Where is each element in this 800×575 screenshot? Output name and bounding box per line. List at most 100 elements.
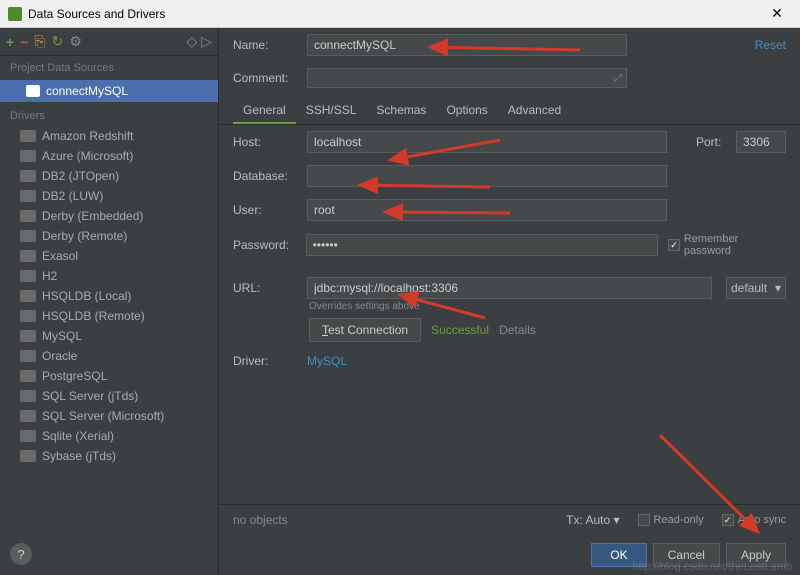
driver-icon xyxy=(20,290,36,302)
driver-icon xyxy=(20,170,36,182)
comment-input[interactable]: ⤢ xyxy=(307,68,627,88)
driver-icon xyxy=(20,350,36,362)
driver-item[interactable]: Exasol xyxy=(0,246,218,266)
content-panel: Name: Reset Comment: ⤢ GeneralSSH/SSLSch… xyxy=(219,28,800,575)
remove-icon[interactable]: − xyxy=(20,34,28,50)
datasource-label: connectMySQL xyxy=(46,84,128,98)
driver-item[interactable]: Sybase (jTds) xyxy=(0,446,218,466)
user-label: User: xyxy=(233,203,297,217)
readonly-label: Read-only xyxy=(654,514,704,526)
details-link[interactable]: Details xyxy=(499,323,536,337)
port-input[interactable] xyxy=(736,131,786,153)
remember-password-checkbox[interactable] xyxy=(668,239,680,251)
driver-label: SQL Server (Microsoft) xyxy=(42,409,164,423)
settings-icon[interactable]: ⚙ xyxy=(69,33,82,50)
collapse-icon[interactable]: ◇ xyxy=(186,33,197,50)
password-input[interactable] xyxy=(306,234,658,256)
tab-sshssl[interactable]: SSH/SSL xyxy=(296,98,367,124)
expand-icon[interactable]: ⤢ xyxy=(614,73,622,84)
user-input[interactable] xyxy=(307,199,667,221)
driver-item[interactable]: H2 xyxy=(0,266,218,286)
driver-item[interactable]: DB2 (JTOpen) xyxy=(0,166,218,186)
driver-label: Derby (Remote) xyxy=(42,229,127,243)
tabs: GeneralSSH/SSLSchemasOptionsAdvanced xyxy=(219,98,800,125)
database-label: Database: xyxy=(233,169,297,183)
driver-item[interactable]: Sqlite (Xerial) xyxy=(0,426,218,446)
driver-item[interactable]: MySQL xyxy=(0,326,218,346)
driver-icon xyxy=(20,450,36,462)
driver-label: Exasol xyxy=(42,249,78,263)
driver-item[interactable]: Derby (Remote) xyxy=(0,226,218,246)
driver-item[interactable]: HSQLDB (Remote) xyxy=(0,306,218,326)
readonly-checkbox[interactable] xyxy=(638,514,650,526)
project-sources-header: Project Data Sources xyxy=(0,56,218,80)
driver-item[interactable]: Amazon Redshift xyxy=(0,126,218,146)
driver-item[interactable]: PostgreSQL xyxy=(0,366,218,386)
copy-icon[interactable]: ⎘ xyxy=(34,33,45,50)
driver-label: DB2 (JTOpen) xyxy=(42,169,119,183)
driver-item[interactable]: DB2 (LUW) xyxy=(0,186,218,206)
name-input[interactable] xyxy=(307,34,627,56)
driver-item[interactable]: Oracle xyxy=(0,346,218,366)
tab-options[interactable]: Options xyxy=(436,98,497,124)
tab-general[interactable]: General xyxy=(233,98,296,124)
driver-icon xyxy=(20,250,36,262)
url-input[interactable] xyxy=(307,277,712,299)
driver-label: DB2 (LUW) xyxy=(42,189,103,203)
reset-link[interactable]: Reset xyxy=(755,38,786,52)
tx-mode-select[interactable]: Tx: Auto ▾ xyxy=(566,513,619,527)
driver-icon xyxy=(20,310,36,322)
driver-label: H2 xyxy=(42,269,57,283)
driver-label: SQL Server (jTds) xyxy=(42,389,138,403)
test-result: Successful xyxy=(431,323,489,337)
driver-icon xyxy=(20,370,36,382)
database-input[interactable] xyxy=(307,165,667,187)
autosync-checkbox[interactable] xyxy=(722,514,734,526)
drivers-header: Drivers xyxy=(0,102,218,126)
help-button[interactable]: ? xyxy=(10,543,32,565)
window-title: Data Sources and Drivers xyxy=(28,7,762,21)
name-label: Name: xyxy=(233,38,297,52)
close-icon[interactable]: ✕ xyxy=(762,5,792,22)
driver-label: Derby (Embedded) xyxy=(42,209,143,223)
driver-label: Sqlite (Xerial) xyxy=(42,429,114,443)
refresh-icon[interactable]: ↻ xyxy=(52,33,64,50)
driver-item[interactable]: Azure (Microsoft) xyxy=(0,146,218,166)
datasource-item[interactable]: connectMySQL xyxy=(0,80,218,102)
driver-icon xyxy=(20,330,36,342)
override-note: Overrides settings above xyxy=(219,301,800,312)
driver-icon xyxy=(20,270,36,282)
expand-icon[interactable]: ▷ xyxy=(201,33,212,50)
chevron-down-icon: ▾ xyxy=(775,281,781,295)
autosync-label: Auto sync xyxy=(738,514,786,526)
driver-item[interactable]: HSQLDB (Local) xyxy=(0,286,218,306)
driver-item[interactable]: Derby (Embedded) xyxy=(0,206,218,226)
tab-schemas[interactable]: Schemas xyxy=(366,98,436,124)
driver-icon xyxy=(20,210,36,222)
sidebar: + − ⎘ ↻ ⚙ ◇ ▷ Project Data Sources conne… xyxy=(0,28,219,575)
password-label: Password: xyxy=(233,238,296,252)
url-mode-select[interactable]: default▾ xyxy=(726,277,786,299)
driver-label: Oracle xyxy=(42,349,77,363)
driver-item[interactable]: SQL Server (Microsoft) xyxy=(0,406,218,426)
driver-label: Driver: xyxy=(233,354,297,368)
driver-icon xyxy=(20,130,36,142)
driver-item[interactable]: SQL Server (jTds) xyxy=(0,386,218,406)
add-icon[interactable]: + xyxy=(6,34,14,50)
driver-link[interactable]: MySQL xyxy=(307,354,347,368)
driver-label: HSQLDB (Remote) xyxy=(42,309,145,323)
driver-icon xyxy=(20,390,36,402)
driver-icon xyxy=(20,430,36,442)
driver-icon xyxy=(20,150,36,162)
driver-label: MySQL xyxy=(42,329,82,343)
tab-advanced[interactable]: Advanced xyxy=(498,98,571,124)
host-label: Host: xyxy=(233,135,297,149)
driver-icon xyxy=(20,230,36,242)
test-connection-button[interactable]: Test Connection xyxy=(309,318,421,342)
driver-label: Amazon Redshift xyxy=(42,129,133,143)
driver-icon xyxy=(20,410,36,422)
url-label: URL: xyxy=(233,281,297,295)
host-input[interactable] xyxy=(307,131,667,153)
port-label: Port: xyxy=(696,135,726,149)
driver-label: PostgreSQL xyxy=(42,369,107,383)
